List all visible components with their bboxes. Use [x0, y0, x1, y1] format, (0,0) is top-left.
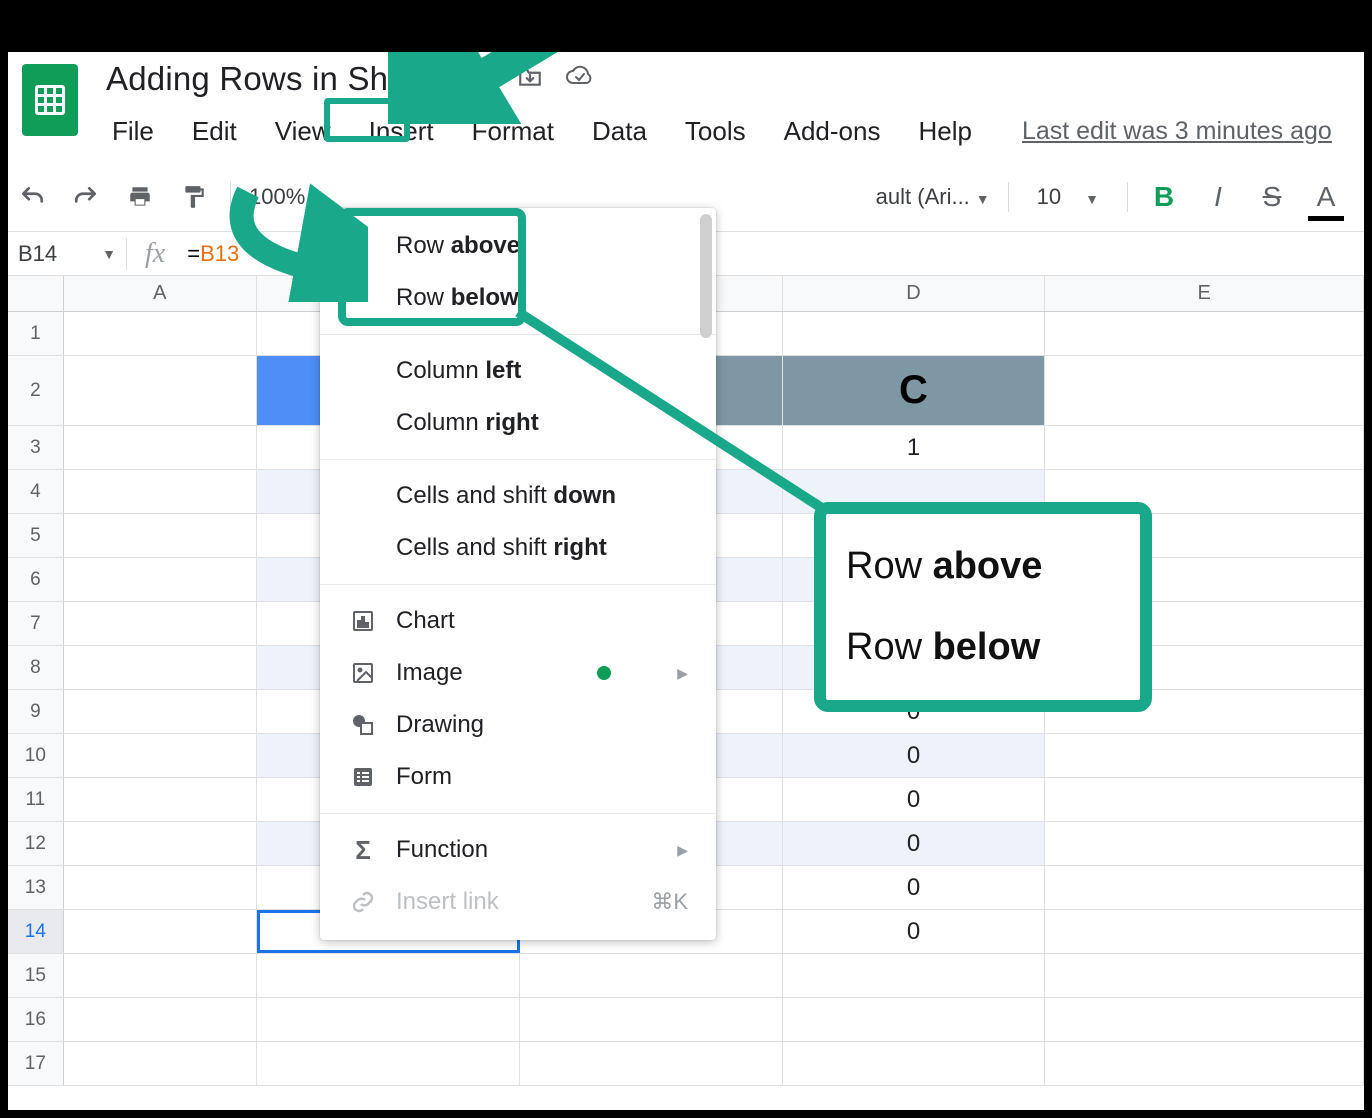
- row-header[interactable]: 14: [8, 910, 64, 953]
- row-header[interactable]: 5: [8, 514, 64, 557]
- insert-link: Insert link ⌘K: [320, 876, 716, 928]
- insert-menu-dropdown: Row above Row below Column left Column r…: [320, 208, 716, 940]
- insert-function[interactable]: Σ Function ▶: [320, 824, 716, 876]
- menu-help[interactable]: Help: [912, 112, 977, 151]
- row-header[interactable]: 9: [8, 690, 64, 733]
- form-icon: [348, 762, 378, 792]
- move-icon[interactable]: [517, 65, 543, 94]
- submenu-arrow-icon: ▶: [677, 842, 688, 859]
- menu-file[interactable]: File: [106, 112, 160, 151]
- paint-format-button[interactable]: [176, 179, 212, 215]
- title-bar: Adding Rows in Sheets ☆ File Edit: [8, 52, 1364, 151]
- col-header-E[interactable]: E: [1045, 276, 1364, 311]
- menu-tools[interactable]: Tools: [679, 112, 752, 151]
- undo-button[interactable]: [14, 179, 50, 215]
- menu-format[interactable]: Format: [466, 112, 560, 151]
- row-header[interactable]: 15: [8, 954, 64, 997]
- sigma-icon: Σ: [348, 835, 378, 865]
- menu-edit[interactable]: Edit: [186, 112, 243, 151]
- zoom-select[interactable]: 100%: [249, 184, 305, 210]
- link-icon: [348, 887, 378, 917]
- print-button[interactable]: [122, 179, 158, 215]
- image-icon: [348, 658, 378, 688]
- row-header[interactable]: 4: [8, 470, 64, 513]
- row-header[interactable]: 10: [8, 734, 64, 777]
- fx-icon: fx: [126, 238, 183, 270]
- drawing-icon: [348, 710, 378, 740]
- insert-row-above[interactable]: Row above: [320, 220, 716, 272]
- row-header[interactable]: 13: [8, 866, 64, 909]
- italic-button[interactable]: I: [1200, 179, 1236, 215]
- text-color-button[interactable]: A: [1308, 179, 1344, 215]
- insert-column-right[interactable]: Column right: [320, 397, 716, 449]
- sheets-logo-icon: [22, 64, 78, 136]
- redo-button[interactable]: [68, 179, 104, 215]
- font-size-select[interactable]: 10▼: [1037, 184, 1099, 210]
- insert-row-below[interactable]: Row below: [320, 272, 716, 324]
- row-header[interactable]: 11: [8, 778, 64, 821]
- insert-cells-shift-right[interactable]: Cells and shift right: [320, 522, 716, 574]
- font-family-select[interactable]: ault (Ari...▼: [876, 184, 990, 210]
- insert-form[interactable]: Form: [320, 751, 716, 803]
- insert-image[interactable]: Image ▶: [320, 647, 716, 699]
- row-header[interactable]: 1: [8, 312, 64, 355]
- menu-data[interactable]: Data: [586, 112, 653, 151]
- badge-dot-icon: [597, 666, 611, 680]
- col-header-D[interactable]: D: [783, 276, 1046, 311]
- menu-view[interactable]: View: [269, 112, 337, 151]
- star-icon[interactable]: ☆: [473, 65, 495, 94]
- menu-insert[interactable]: Insert: [363, 112, 440, 151]
- row-header[interactable]: 2: [8, 356, 64, 425]
- col-header-A[interactable]: A: [64, 276, 257, 311]
- scrollbar-thumb[interactable]: [700, 214, 712, 338]
- insert-chart[interactable]: Chart: [320, 595, 716, 647]
- strikethrough-button[interactable]: S: [1254, 179, 1290, 215]
- name-box[interactable]: B14▼: [8, 241, 126, 267]
- row-header[interactable]: 12: [8, 822, 64, 865]
- bold-button[interactable]: B: [1146, 179, 1182, 215]
- row-header[interactable]: 17: [8, 1042, 64, 1085]
- row-header[interactable]: 6: [8, 558, 64, 601]
- row-header[interactable]: 3: [8, 426, 64, 469]
- insert-cells-shift-down[interactable]: Cells and shift down: [320, 470, 716, 522]
- menu-bar: File Edit View Insert Format Data Tools …: [106, 112, 1350, 151]
- cloud-status-icon[interactable]: [565, 65, 593, 94]
- insert-drawing[interactable]: Drawing: [320, 699, 716, 751]
- select-all-corner[interactable]: [8, 276, 64, 311]
- last-edit-link[interactable]: Last edit was 3 minutes ago: [1022, 117, 1332, 146]
- chart-icon: [348, 606, 378, 636]
- row-header[interactable]: 16: [8, 998, 64, 1041]
- formula-input[interactable]: =B13: [183, 241, 239, 267]
- doc-title[interactable]: Adding Rows in Sheets: [106, 60, 451, 98]
- menu-addons[interactable]: Add-ons: [778, 112, 887, 151]
- row-header[interactable]: 8: [8, 646, 64, 689]
- insert-column-left[interactable]: Column left: [320, 345, 716, 397]
- submenu-arrow-icon: ▶: [677, 665, 688, 682]
- annotation-callout: Row above Row below: [814, 502, 1152, 712]
- row-header[interactable]: 7: [8, 602, 64, 645]
